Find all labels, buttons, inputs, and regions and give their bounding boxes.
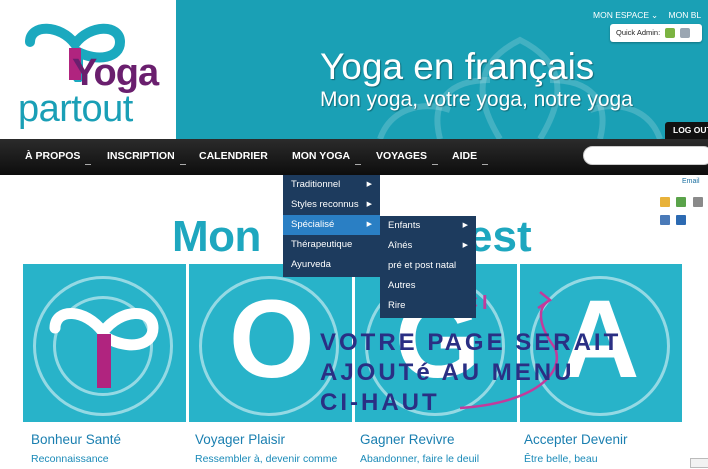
nav-label: CALENDRIER: [199, 150, 268, 162]
menu-item-ayurveda[interactable]: Ayurveda: [283, 255, 380, 275]
tile-letter: O: [229, 278, 315, 401]
menu-item-therapeutique[interactable]: Thérapeutique: [283, 235, 380, 255]
menu-item-specialise[interactable]: Spécialisé ▶: [283, 215, 380, 235]
mon-yoga-menu: Traditionnel ▶ Styles reconnus ▶ Spécialis…: [283, 175, 380, 277]
menu-item-label: Enfants: [388, 220, 421, 231]
search-input[interactable]: [583, 146, 708, 165]
menu-item-aines[interactable]: Aînés ▶: [380, 236, 476, 256]
overlay-line: CI-HAUT: [320, 389, 440, 416]
admin-add-icon[interactable]: [665, 28, 676, 39]
menu-item-label: Styles reconnus: [291, 199, 359, 210]
site-subtitle: Mon yoga, votre yoga, notre yoga: [320, 88, 633, 111]
menu-item-label: Ayurveda: [291, 259, 331, 270]
menu-item-label: Traditionnel: [291, 179, 341, 190]
site-title: Yoga en français: [320, 46, 595, 87]
menu-item-rire[interactable]: Rire: [380, 296, 476, 316]
page-title-end: est: [468, 212, 532, 261]
logo[interactable]: Yoga partout: [0, 0, 176, 139]
menu-item-label: Thérapeutique: [291, 239, 353, 250]
tile-subtitle: Ressembler à, devenir comme: [195, 453, 338, 465]
page-tools: [660, 194, 708, 230]
menu-item-styles[interactable]: Styles reconnus ▶: [283, 195, 380, 215]
tile-caption[interactable]: Accepter Devenir: [524, 432, 628, 447]
caret-icon: [85, 164, 92, 165]
mon-espace-link[interactable]: MON ESPACE: [593, 10, 649, 20]
print-icon[interactable]: [692, 197, 703, 207]
caret-icon: [355, 164, 362, 165]
save-icon[interactable]: [676, 215, 687, 225]
nav-mon-yoga[interactable]: MON YOGA: [292, 139, 362, 175]
tile-caption[interactable]: Voyager Plaisir: [195, 432, 285, 447]
menu-item-autres[interactable]: Autres: [380, 276, 476, 296]
email-link[interactable]: Email: [682, 178, 700, 185]
logo-partout-text: partout: [18, 88, 133, 130]
menu-item-label: Autres: [388, 280, 416, 291]
site-header: Yoga partout Yoga en français Mon yoga, …: [0, 0, 708, 139]
arrow-right-icon: ▶: [462, 222, 468, 229]
menu-item-traditionnel[interactable]: Traditionnel ▶: [283, 175, 380, 195]
chevron-down-icon: ⌄: [651, 10, 659, 20]
tile-bonheur[interactable]: [23, 264, 186, 422]
small-button[interactable]: [690, 458, 708, 468]
arrow-right-icon: ▶: [366, 221, 372, 228]
nav-a-propos[interactable]: À PROPOS: [25, 139, 92, 175]
nav-aide[interactable]: AIDE: [452, 139, 489, 175]
caret-icon: [179, 164, 186, 165]
edit-icon[interactable]: [660, 197, 670, 207]
nav-label: AIDE: [452, 150, 478, 162]
overlay-line: VOTRE PAGE SERAIT: [320, 329, 622, 356]
caret-icon: [482, 164, 489, 165]
tile-caption[interactable]: Bonheur Santé: [31, 432, 121, 447]
page-title: Mon: [172, 212, 261, 261]
arrow-right-icon: ▶: [366, 201, 372, 208]
nav-label: À PROPOS: [25, 150, 81, 162]
menu-item-label: Rire: [388, 300, 406, 311]
pdf-icon[interactable]: [676, 197, 687, 207]
email-icon[interactable]: [660, 215, 670, 225]
menu-item-enfants[interactable]: Enfants ▶: [380, 216, 476, 236]
arrow-right-icon: ▶: [462, 242, 468, 249]
arrow-right-icon: ▶: [366, 181, 372, 188]
specialise-submenu: Enfants ▶ Aînés ▶ pré et post natal Autres…: [380, 216, 476, 318]
caret-icon: [431, 164, 438, 165]
nav-calendrier[interactable]: CALENDRIER: [199, 139, 268, 175]
tile-subtitle: Abandonner, faire le deuil: [360, 453, 480, 465]
overlay-line: AJOUTé AU MENU: [320, 359, 575, 386]
nav-voyages[interactable]: VOYAGES: [376, 139, 438, 175]
menu-item-label: Spécialisé: [291, 219, 335, 230]
nav-label: MON YOGA: [292, 150, 351, 162]
nav-label: INSCRIPTION: [107, 150, 175, 162]
menu-item-label: pré et post natal: [388, 260, 457, 271]
top-links: MON ESPACE ⌄ MON BL: [593, 10, 708, 21]
tile-subtitle: Être belle, beau: [524, 453, 598, 465]
menu-item-pre-post-natal[interactable]: pré et post natal: [380, 256, 476, 276]
quick-admin-bar: Quick Admin:: [610, 24, 702, 42]
logo-figure-icon: [49, 308, 159, 388]
quick-admin-label: Quick Admin:: [616, 28, 661, 37]
nav-label: VOYAGES: [376, 150, 427, 162]
overlay-text: VOTRE PAGE SERAIT AJOUTé AU MENU CI-HAUT: [320, 328, 621, 418]
admin-tools-icon[interactable]: [680, 28, 691, 39]
logout-button[interactable]: LOG OUT: [665, 122, 708, 139]
nav-inscription[interactable]: INSCRIPTION: [107, 139, 186, 175]
menu-item-label: Aînés: [388, 240, 413, 251]
mon-blog-link[interactable]: MON BL: [669, 10, 702, 20]
tile-subtitle: Reconnaissance: [31, 453, 109, 465]
tile-caption[interactable]: Gagner Revivre: [360, 432, 455, 447]
